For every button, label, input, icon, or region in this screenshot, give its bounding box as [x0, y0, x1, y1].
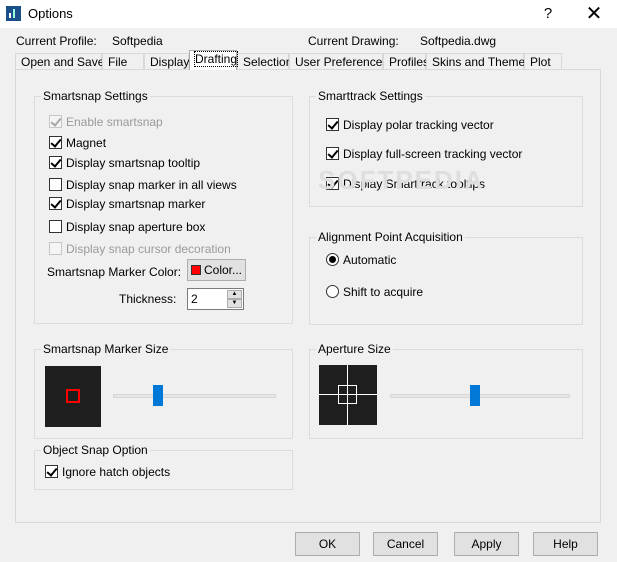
tab-label: Selection: [243, 55, 293, 69]
color-button-label: Color...: [203, 263, 242, 277]
options-dialog: Options ? ✕ Current Profile: Softpedia C…: [0, 0, 617, 562]
checkbox-icon: [326, 118, 339, 131]
softpedia-watermark: SOFTPEDIA: [318, 165, 485, 195]
checkbox-icon: [326, 147, 339, 160]
radio-label: Automatic: [343, 253, 397, 267]
smartsnap-settings-group: Smartsnap Settings Enable smartsnap Magn…: [34, 89, 293, 324]
drafting-panel: Smartsnap Settings Enable smartsnap Magn…: [15, 69, 601, 523]
tab-open-and-save[interactable]: Open and Save: [15, 53, 105, 70]
tab-label: User Preferences: [295, 55, 389, 69]
checkbox-label: Enable smartsnap: [66, 115, 163, 129]
tab-plot[interactable]: Plot: [524, 53, 562, 70]
checkbox-label: Display full-screen tracking vector: [343, 147, 523, 161]
display-smartsnap-marker-checkbox[interactable]: Display smartsnap marker: [49, 197, 205, 213]
aperture-box-icon: [338, 385, 357, 404]
aperture-size-slider-thumb[interactable]: [470, 385, 480, 406]
app-icon: [6, 6, 21, 21]
checkbox-label: Display snap marker in all views: [66, 178, 237, 192]
group-title: Smarttrack Settings: [316, 89, 425, 103]
close-icon[interactable]: ✕: [572, 0, 616, 28]
group-title: Object Snap Option: [41, 443, 150, 457]
tab-label: File: [108, 55, 128, 69]
checkbox-label: Magnet: [66, 136, 107, 150]
checkbox-icon: [49, 220, 62, 233]
aperture-preview: [319, 365, 377, 425]
checkbox-label: Display smartsnap tooltip: [66, 156, 201, 170]
radio-icon: [326, 253, 339, 266]
display-smartsnap-tooltip-checkbox[interactable]: Display smartsnap tooltip: [49, 156, 200, 172]
tab-profiles[interactable]: Profiles: [383, 53, 430, 70]
display-snap-cursor-decoration-checkbox[interactable]: Display snap cursor decoration: [49, 242, 231, 258]
current-drawing-label: Current Drawing:: [308, 34, 399, 48]
ok-button[interactable]: OK: [295, 532, 360, 556]
color-button[interactable]: Color...: [187, 259, 246, 281]
group-title: Alignment Point Acquisition: [316, 230, 465, 244]
tab-drafting[interactable]: Drafting: [189, 50, 239, 70]
alignment-point-group: Alignment Point Acquisition Automatic Sh…: [309, 230, 583, 325]
checkbox-icon: [49, 136, 62, 149]
checkbox-icon: [49, 178, 62, 191]
title-bar: Options ? ✕: [0, 0, 617, 28]
apply-button[interactable]: Apply: [454, 532, 519, 556]
help-button[interactable]: Help: [533, 532, 598, 556]
checkbox-label: Display polar tracking vector: [343, 118, 494, 132]
marker-size-track[interactable]: [113, 394, 276, 398]
shift-to-acquire-radio[interactable]: Shift to acquire: [326, 285, 423, 301]
group-title: Smartsnap Settings: [41, 89, 150, 103]
color-swatch: [190, 265, 201, 275]
aperture-size-group: Aperture Size: [309, 342, 583, 439]
checkbox-icon: [49, 242, 62, 255]
marker-preview: [45, 366, 101, 427]
current-profile-value: Softpedia: [112, 34, 163, 48]
checkbox-label: Display snap cursor decoration: [66, 242, 231, 256]
automatic-radio[interactable]: Automatic: [326, 253, 396, 269]
current-profile-label: Current Profile:: [16, 34, 97, 48]
radio-icon: [326, 285, 339, 298]
checkbox-icon: [49, 197, 62, 210]
marker-square-icon: [66, 389, 80, 403]
aperture-size-track[interactable]: [390, 394, 570, 398]
marker-color-label: Smartsnap Marker Color:: [47, 265, 182, 279]
smarttrack-settings-group: Smarttrack Settings Display polar tracki…: [309, 89, 583, 207]
spin-up-icon[interactable]: ▲: [227, 290, 242, 299]
tab-label: Profiles: [389, 55, 430, 69]
tab-label: Skins and Themes: [432, 55, 532, 69]
ignore-hatch-objects-checkbox[interactable]: Ignore hatch objects: [45, 465, 170, 481]
checkbox-label: Ignore hatch objects: [62, 465, 171, 479]
magnet-checkbox[interactable]: Magnet: [49, 136, 106, 152]
object-snap-group: Object Snap Option Ignore hatch objects: [34, 443, 293, 490]
marker-size-group: Smartsnap Marker Size: [34, 342, 293, 439]
checkbox-icon: [45, 465, 58, 478]
tab-label: Drafting: [193, 51, 239, 67]
checkbox-label: Display snap aperture box: [66, 220, 206, 234]
display-snap-marker-all-views-checkbox[interactable]: Display snap marker in all views: [49, 178, 237, 194]
radio-label: Shift to acquire: [343, 285, 424, 299]
group-title: Smartsnap Marker Size: [41, 342, 171, 356]
marker-size-slider-thumb[interactable]: [153, 385, 163, 406]
checkbox-label: Display smartsnap marker: [66, 197, 206, 211]
thickness-label: Thickness:: [119, 292, 177, 306]
tab-user-preferences[interactable]: User Preferences: [289, 53, 388, 70]
tab-label: Open and Save: [21, 55, 105, 69]
group-title: Aperture Size: [316, 342, 393, 356]
enable-smartsnap-checkbox[interactable]: Enable smartsnap: [49, 115, 163, 131]
checkbox-icon: [49, 156, 62, 169]
cancel-button[interactable]: Cancel: [373, 532, 438, 556]
current-drawing-value: Softpedia.dwg: [420, 34, 497, 48]
tab-skins-and-themes[interactable]: Skins and Themes: [426, 53, 531, 70]
thickness-value: 2: [191, 292, 198, 306]
polar-tracking-checkbox[interactable]: Display polar tracking vector: [326, 118, 494, 134]
display-snap-aperture-box-checkbox[interactable]: Display snap aperture box: [49, 220, 205, 236]
thickness-spinner[interactable]: 2 ▲ ▼: [187, 288, 244, 310]
window-title: Options: [28, 6, 73, 21]
spin-down-icon[interactable]: ▼: [227, 299, 242, 308]
tab-selection[interactable]: Selection: [237, 53, 293, 70]
checkbox-icon: [49, 115, 62, 128]
tab-display[interactable]: Display: [144, 53, 189, 70]
full-screen-tracking-checkbox[interactable]: Display full-screen tracking vector: [326, 147, 522, 163]
tab-label: Display: [150, 55, 190, 69]
tab-label: Plot: [530, 55, 551, 69]
tab-file[interactable]: File: [102, 53, 144, 70]
help-title-button[interactable]: ?: [534, 3, 562, 25]
